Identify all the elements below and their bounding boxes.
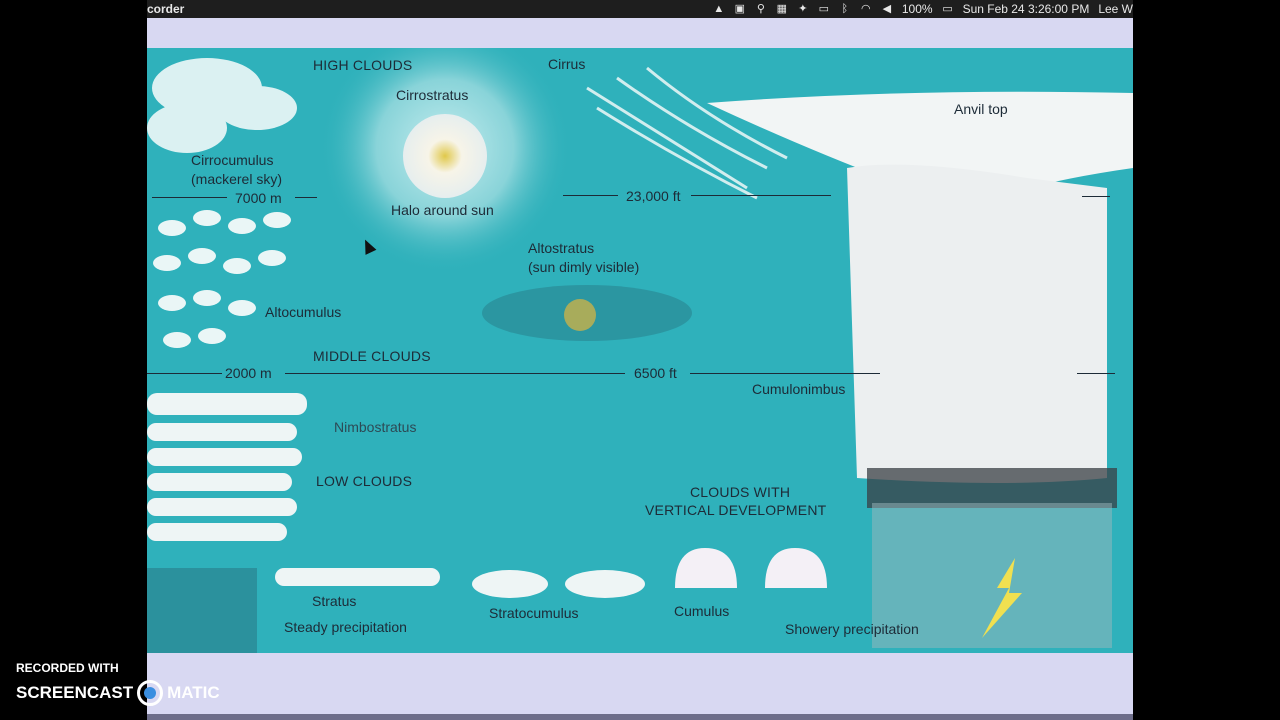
- line-23000-right: [691, 195, 831, 196]
- line-7000-right: [295, 197, 317, 198]
- battery-percent[interactable]: 100%: [902, 2, 933, 16]
- altocumulus-cloud: [153, 210, 291, 348]
- grid-icon[interactable]: ▦: [776, 3, 788, 15]
- watermark-recorded-with: RECORDED WITH: [16, 661, 119, 675]
- volume-icon[interactable]: ◀: [881, 3, 893, 15]
- heading-vertical-1: CLOUDS WITH: [690, 484, 791, 500]
- watermark-brand-left: SCREENCAST: [16, 683, 134, 702]
- label-altocumulus: Altocumulus: [265, 304, 342, 320]
- cloud-figure: HIGH CLOUDS Cirrus Cirrostratus Anvil to…: [147, 48, 1133, 653]
- label-cirrocumulus: Cirrocumulus: [191, 152, 274, 168]
- label-steady-precipitation: Steady precipitation: [284, 619, 407, 635]
- altitude-2000m: 2000 m: [225, 365, 272, 381]
- screencast-logo: SCREENCAST MATIC: [16, 680, 220, 706]
- battery-icon[interactable]: ▭: [942, 3, 954, 15]
- heading-high-clouds: HIGH CLOUDS: [313, 57, 413, 73]
- steady-rain: [147, 568, 257, 653]
- label-halo: Halo around sun: [391, 202, 494, 218]
- line-7000-left: [152, 197, 227, 198]
- wifi-icon[interactable]: ◠: [860, 3, 872, 15]
- label-mackerel-sky: (mackerel sky): [191, 171, 283, 187]
- label-cirrus: Cirrus: [548, 56, 586, 72]
- bottom-strip: [147, 714, 1133, 720]
- label-altostratus: Altostratus: [528, 240, 595, 256]
- line-23000-left: [563, 195, 618, 196]
- nimbostratus-cloud: [147, 393, 307, 541]
- search-icon[interactable]: ⚲: [755, 3, 767, 15]
- line-2000-left: [147, 373, 222, 374]
- altitude-7000m: 7000 m: [235, 190, 282, 206]
- line-6500-right: [690, 373, 880, 374]
- sun: [403, 114, 487, 198]
- user-name[interactable]: Lee W: [1098, 2, 1133, 16]
- label-cumulonimbus: Cumulonimbus: [752, 381, 846, 397]
- vlc-icon[interactable]: ▲: [713, 3, 725, 15]
- heading-middle-clouds: MIDDLE CLOUDS: [313, 348, 431, 364]
- cirrus-cloud: [586, 66, 788, 200]
- label-nimbostratus: Nimbostratus: [334, 419, 417, 435]
- label-stratus: Stratus: [312, 593, 357, 609]
- stratus-cloud: [275, 568, 440, 586]
- stratocumulus-cloud: [472, 570, 645, 598]
- cumulus-cloud: [675, 548, 827, 588]
- label-stratocumulus: Stratocumulus: [489, 605, 579, 621]
- heading-low-clouds: LOW CLOUDS: [316, 473, 413, 489]
- cirrocumulus-cloud: [147, 58, 297, 153]
- line-2000-right: [285, 373, 625, 374]
- screencast-logo-icon: [137, 680, 164, 706]
- status-area: ▲ ▣ ⚲ ▦ ✦ ▭ ᛒ ◠ ◀ 100% ▭ Sun Feb 24 3:26…: [713, 2, 1133, 16]
- label-showery-precipitation: Showery precipitation: [785, 621, 919, 637]
- label-cirrostratus: Cirrostratus: [396, 87, 469, 103]
- app-icon[interactable]: ▣: [734, 3, 746, 15]
- altostratus-cloud: [482, 285, 692, 341]
- line-23000-far: [1082, 196, 1110, 197]
- watermark-brand-right: MATIC: [167, 683, 220, 702]
- app-name[interactable]: corder: [147, 2, 184, 16]
- altitude-6500ft: 6500 ft: [634, 365, 677, 381]
- datetime[interactable]: Sun Feb 24 3:26:00 PM: [963, 2, 1090, 16]
- label-anvil-top: Anvil top: [954, 101, 1008, 117]
- heading-vertical-2: VERTICAL DEVELOPMENT: [645, 502, 827, 518]
- airplay-icon[interactable]: ▭: [818, 3, 830, 15]
- cloud-illustration: [147, 48, 1133, 653]
- bluetooth-icon[interactable]: ᛒ: [839, 3, 851, 15]
- label-cumulus: Cumulus: [674, 603, 730, 619]
- menu-bar: corder ▲ ▣ ⚲ ▦ ✦ ▭ ᛒ ◠ ◀ 100% ▭ Sun Feb …: [147, 0, 1133, 18]
- mouse-icon[interactable]: ✦: [797, 3, 809, 15]
- line-6500-far: [1077, 373, 1115, 374]
- label-sun-dimly: (sun dimly visible): [528, 259, 640, 275]
- altitude-23000ft: 23,000 ft: [626, 188, 681, 204]
